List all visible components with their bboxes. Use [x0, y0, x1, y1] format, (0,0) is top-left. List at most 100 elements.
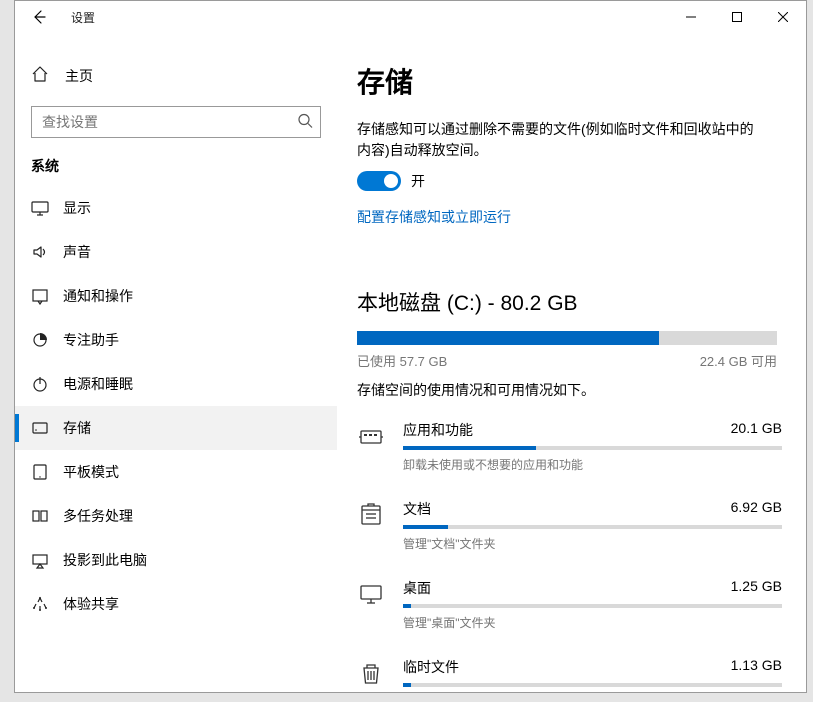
multitask-icon	[31, 507, 49, 525]
category-header: 临时文件 1.13 GB	[403, 657, 782, 677]
storage-icon	[31, 419, 49, 437]
sidebar-item-label: 声音	[63, 242, 91, 262]
storage-category-apps[interactable]: 应用和功能20.1 GB 卸载未使用或不想要的应用和功能	[357, 420, 782, 473]
category-size: 6.92 GB	[731, 499, 782, 519]
minimize-button[interactable]	[668, 1, 714, 33]
category-size: 1.13 GB	[731, 657, 782, 677]
sidebar-item-power[interactable]: 电源和睡眠	[15, 362, 337, 406]
category-fill	[403, 525, 448, 529]
power-icon	[31, 375, 49, 393]
storage-category-desktop[interactable]: 桌面 1.25 GB 管理"桌面"文件夹	[357, 578, 782, 631]
sidebar-item-label: 存储	[63, 418, 91, 438]
docs-icon	[357, 501, 385, 529]
titlebar: 设置	[15, 1, 806, 33]
main-content[interactable]: 存储 存储感知可以通过删除不需要的文件(例如临时文件和回收站中的内容)自动释放空…	[337, 33, 806, 692]
toggle-state-label: 开	[411, 171, 425, 191]
storage-sense-toggle-row: 开	[357, 171, 782, 191]
category-header: 桌面 1.25 GB	[403, 578, 782, 598]
close-button[interactable]	[760, 1, 806, 33]
temp-icon	[357, 659, 385, 687]
disk-usage-fill	[357, 331, 659, 345]
sidebar-item-shared[interactable]: 体验共享	[15, 582, 337, 626]
sidebar-item-storage[interactable]: 存储	[15, 406, 337, 450]
display-icon	[31, 199, 49, 217]
sidebar-item-label: 平板模式	[63, 462, 119, 482]
category-bar	[403, 446, 782, 450]
section-title: 系统	[15, 156, 337, 186]
usage-note: 存储空间的使用情况和可用情况如下。	[357, 380, 782, 400]
shared-icon	[31, 595, 49, 613]
category-hint: 卸载未使用或不想要的应用和功能	[403, 456, 782, 473]
window-body: 主页 系统 显示声音通知和操作专注助手电源和睡眠存储平板模式多任务处理投影到此电…	[15, 33, 806, 692]
category-fill	[403, 683, 411, 687]
category-size: 1.25 GB	[731, 578, 782, 598]
category-name: 桌面	[403, 578, 431, 598]
disk-stats: 已使用 57.7 GB 22.4 GB 可用	[357, 351, 777, 370]
category-bar	[403, 604, 782, 608]
sidebar-item-label: 通知和操作	[63, 286, 133, 306]
sidebar-item-label: 专注助手	[63, 330, 119, 350]
category-name: 文档	[403, 499, 431, 519]
titlebar-left: 设置	[15, 1, 95, 33]
sidebar-item-tablet[interactable]: 平板模式	[15, 450, 337, 494]
category-list: 应用和功能20.1 GB 卸载未使用或不想要的应用和功能文档 6.92 GB 管理"文…	[357, 420, 782, 692]
sidebar-item-label: 显示	[63, 198, 91, 218]
sidebar: 主页 系统 显示声音通知和操作专注助手电源和睡眠存储平板模式多任务处理投影到此电…	[15, 33, 337, 692]
category-hint: 管理"文档"文件夹	[403, 535, 782, 552]
window-controls	[668, 1, 806, 33]
disk-free-label: 22.4 GB 可用	[700, 351, 777, 370]
sidebar-item-label: 投影到此电脑	[63, 550, 147, 570]
maximize-button[interactable]	[714, 1, 760, 33]
storage-sense-description: 存储感知可以通过删除不需要的文件(例如临时文件和回收站中的内容)自动释放空间。	[357, 119, 767, 161]
sidebar-item-notify[interactable]: 通知和操作	[15, 274, 337, 318]
close-icon	[778, 12, 788, 22]
storage-sense-toggle[interactable]	[357, 171, 401, 191]
apps-icon	[357, 422, 385, 450]
project-icon	[31, 551, 49, 569]
back-button[interactable]	[23, 1, 55, 33]
category-name: 临时文件	[403, 657, 459, 677]
home-label: 主页	[65, 66, 93, 86]
home-icon	[31, 65, 49, 86]
notify-icon	[31, 287, 49, 305]
desktop-icon	[357, 580, 385, 608]
storage-category-docs[interactable]: 文档 6.92 GB 管理"文档"文件夹	[357, 499, 782, 552]
sidebar-item-label: 体验共享	[63, 594, 119, 614]
search-wrap	[31, 106, 321, 138]
category-bar	[403, 683, 782, 687]
toggle-knob	[384, 174, 398, 188]
category-body: 应用和功能20.1 GB 卸载未使用或不想要的应用和功能	[403, 420, 782, 473]
sidebar-item-label: 多任务处理	[63, 506, 133, 526]
category-fill	[403, 604, 411, 608]
minimize-icon	[686, 12, 696, 22]
sidebar-item-focus[interactable]: 专注助手	[15, 318, 337, 362]
back-icon	[31, 9, 47, 25]
sidebar-item-display[interactable]: 显示	[15, 186, 337, 230]
sound-icon	[31, 243, 49, 261]
maximize-icon	[732, 12, 742, 22]
disk-used-label: 已使用 57.7 GB	[357, 351, 447, 370]
window-title: 设置	[71, 9, 95, 26]
configure-storage-sense-link[interactable]: 配置存储感知或立即运行	[357, 207, 511, 227]
home-button[interactable]: 主页	[15, 57, 337, 94]
page-title: 存储	[357, 61, 782, 101]
tablet-icon	[31, 463, 49, 481]
category-body: 文档 6.92 GB 管理"文档"文件夹	[403, 499, 782, 552]
storage-category-temp[interactable]: 临时文件1.13 GB选择要删除的临时文件	[357, 657, 782, 692]
nav-list: 显示声音通知和操作专注助手电源和睡眠存储平板模式多任务处理投影到此电脑体验共享	[15, 186, 337, 626]
settings-window: 设置 主页	[14, 0, 807, 693]
sidebar-item-multitask[interactable]: 多任务处理	[15, 494, 337, 538]
category-bar	[403, 525, 782, 529]
category-header: 文档 6.92 GB	[403, 499, 782, 519]
disk-usage-bar	[357, 331, 777, 345]
sidebar-item-sound[interactable]: 声音	[15, 230, 337, 274]
sidebar-item-project[interactable]: 投影到此电脑	[15, 538, 337, 582]
category-fill	[403, 446, 536, 450]
focus-icon	[31, 331, 49, 349]
category-body: 临时文件1.13 GB选择要删除的临时文件	[403, 657, 782, 692]
category-header: 应用和功能20.1 GB	[403, 420, 782, 440]
category-name: 应用和功能	[403, 420, 473, 440]
category-body: 桌面 1.25 GB 管理"桌面"文件夹	[403, 578, 782, 631]
search-input[interactable]	[31, 106, 321, 138]
category-hint: 管理"桌面"文件夹	[403, 614, 782, 631]
